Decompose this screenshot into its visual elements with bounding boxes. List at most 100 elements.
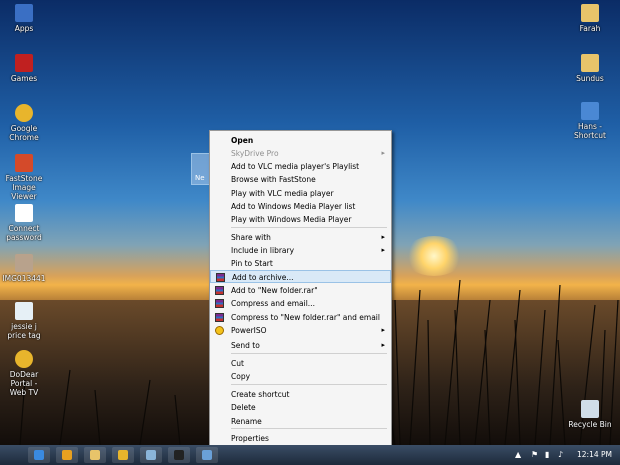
clock[interactable]: 12:14 PM	[577, 450, 612, 459]
desktop-icon[interactable]: DoDear Portal - Web TV	[2, 350, 46, 397]
winrar-icon	[215, 313, 224, 322]
volume-icon[interactable]: ♪	[558, 450, 563, 459]
desktop-icon[interactable]: Connect password	[2, 204, 46, 242]
menu-item[interactable]: Copy	[210, 370, 391, 383]
menu-item[interactable]: Add to archive...	[210, 270, 391, 283]
taskbar-button[interactable]	[112, 447, 134, 463]
taskbar-button[interactable]	[168, 447, 190, 463]
menu-item-label: Add to "New folder.rar"	[231, 286, 318, 295]
desktop-icon-label: FastStone Image Viewer	[5, 174, 43, 201]
submenu-arrow-icon: ▸	[381, 341, 385, 349]
menu-item-label: Play with VLC media player	[231, 189, 334, 198]
submenu-arrow-icon: ▸	[381, 233, 385, 241]
submenu-arrow-icon: ▸	[381, 149, 385, 157]
chevron-up-icon[interactable]: ▲	[515, 450, 521, 459]
monitor-icon	[15, 4, 33, 22]
menu-item[interactable]: Compress to "New folder.rar" and email	[210, 311, 391, 324]
desktop-icon[interactable]: Games	[2, 54, 46, 83]
taskbar-button[interactable]	[140, 447, 162, 463]
taskbar-button[interactable]	[56, 447, 78, 463]
desktop-icon-label: Google Chrome	[9, 124, 39, 142]
desktop-icon-label: Sundus	[576, 74, 604, 83]
menu-item-label: Pin to Start	[231, 259, 273, 268]
menu-item[interactable]: Open	[210, 134, 391, 147]
menu-item[interactable]: Properties	[210, 432, 391, 445]
menu-item[interactable]: Include in library ▸	[210, 244, 391, 257]
menu-item-label: Include in library	[231, 246, 295, 255]
desktop-icon[interactable]: Apps	[2, 4, 46, 33]
menu-item[interactable]: Play with VLC media player	[210, 187, 391, 200]
poweriso-icon	[215, 326, 224, 335]
menu-item-label: Add to Windows Media Player list	[231, 202, 356, 211]
desktop-icon[interactable]: Recycle Bin	[568, 400, 612, 429]
desktop-icon-label: DoDear Portal - Web TV	[9, 370, 39, 397]
desktop-icon[interactable]: FastStone Image Viewer	[2, 154, 46, 201]
menu-item[interactable]: Delete	[210, 401, 391, 414]
taskbar-button[interactable]	[28, 447, 50, 463]
taskbar-button[interactable]	[196, 447, 218, 463]
menu-separator	[231, 428, 387, 429]
desktop-icon[interactable]: jessie j price tag	[2, 302, 46, 340]
menu-item-label: Create shortcut	[231, 390, 290, 399]
menu-item: SkyDrive Pro ▸	[210, 147, 391, 160]
menu-item[interactable]: Add to "New folder.rar"	[210, 284, 391, 297]
desktop-icon[interactable]: IMG013441	[2, 254, 46, 283]
winrar-icon	[216, 273, 225, 282]
menu-item[interactable]: Add to VLC media player's Playlist	[210, 160, 391, 173]
submenu-arrow-icon: ▸	[381, 326, 385, 334]
menu-item[interactable]: Pin to Start	[210, 257, 391, 270]
winrar-icon	[215, 286, 224, 295]
image-icon	[15, 254, 33, 272]
taskbar-button[interactable]	[84, 447, 106, 463]
taskbar: ▲ ⚑ ▮ ♪ 12:14 PM	[0, 445, 620, 465]
desktop-icon[interactable]: Sundus	[568, 54, 612, 83]
menu-item-label: Compress and email...	[231, 299, 315, 308]
desktop-icon-label: jessie j price tag	[7, 322, 41, 340]
menu-item-label: PowerISO	[231, 326, 267, 335]
winrar-icon	[215, 299, 224, 308]
submenu-arrow-icon: ▸	[381, 246, 385, 254]
desktop-icon[interactable]: Hans - Shortcut	[568, 102, 612, 140]
menu-item[interactable]: Send to ▸	[210, 339, 391, 352]
desktop-icon[interactable]: Farah	[568, 4, 612, 33]
document-icon	[15, 204, 33, 222]
menu-item[interactable]: Browse with FastStone	[210, 173, 391, 186]
desktop-icon-label: Apps	[14, 24, 34, 33]
menu-item[interactable]: Share with ▸	[210, 231, 391, 244]
network-icon[interactable]: ▮	[545, 450, 549, 459]
menu-item-label: SkyDrive Pro	[231, 149, 279, 158]
cmd-icon	[174, 450, 184, 460]
menu-item[interactable]: Create shortcut	[210, 388, 391, 401]
menu-item[interactable]: Compress and email...	[210, 297, 391, 310]
menu-item-label: Share with	[231, 233, 271, 242]
desktop-icon[interactable]: Google Chrome	[2, 104, 46, 142]
menu-item-label: Open	[231, 136, 254, 145]
menu-item-label: Cut	[231, 359, 244, 368]
media-player-icon	[62, 450, 72, 460]
recycle-bin-icon	[581, 400, 599, 418]
chrome-icon	[15, 350, 33, 368]
desktop-icon-label: IMG013441	[2, 274, 46, 283]
menu-item-label: Browse with FastStone	[231, 175, 316, 184]
menu-item-label: Properties	[231, 434, 269, 443]
menu-item[interactable]: Rename	[210, 415, 391, 428]
games-icon	[15, 54, 33, 72]
app-icon	[146, 450, 156, 460]
menu-item[interactable]: Add to Windows Media Player list	[210, 200, 391, 213]
selected-folder-label: Ne	[195, 174, 205, 182]
menu-item-label: Add to archive...	[232, 273, 294, 282]
menu-item-label: Send to	[231, 341, 260, 350]
menu-item-label: Rename	[231, 417, 262, 426]
desktop-icon-label: Games	[10, 74, 38, 83]
context-menu: Open SkyDrive Pro ▸ Add to VLC media player…	[209, 130, 392, 448]
explorer-icon	[90, 450, 100, 460]
desktop-icon-label: Recycle Bin	[568, 420, 612, 429]
shortcut-icon	[581, 54, 599, 72]
flag-icon[interactable]: ⚑	[531, 450, 538, 459]
menu-item[interactable]: Cut	[210, 357, 391, 370]
picture-icon	[202, 450, 212, 460]
menu-item[interactable]: Play with Windows Media Player	[210, 213, 391, 226]
menu-item[interactable]: PowerISO ▸	[210, 324, 391, 337]
ie-icon	[34, 450, 44, 460]
menu-item-label: Delete	[231, 403, 256, 412]
